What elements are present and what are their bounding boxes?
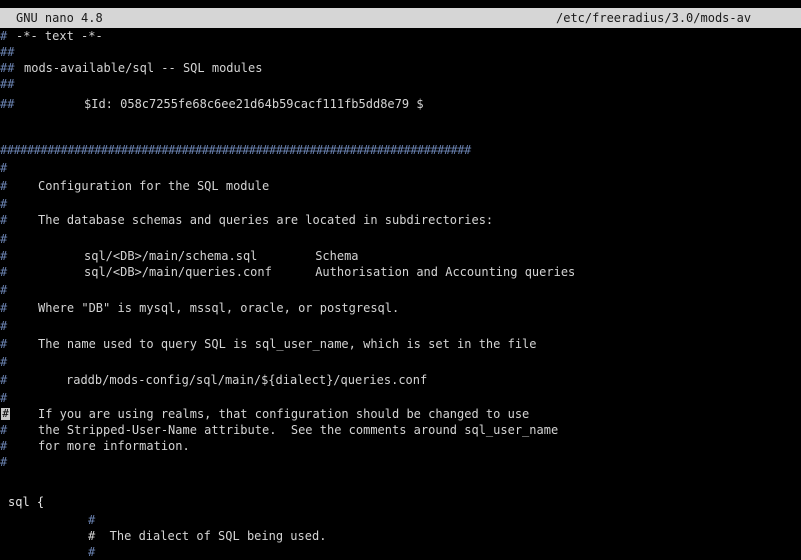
comment-hash: # bbox=[0, 265, 8, 279]
comment-hash: # bbox=[0, 283, 8, 297]
line-text: raddb/mods-config/sql/main/${dialect}/qu… bbox=[66, 373, 428, 387]
line-text: If you are using realms, that configurat… bbox=[38, 407, 530, 421]
comment-hash: # bbox=[0, 249, 8, 263]
line-text: The database schemas and queries are loc… bbox=[38, 213, 494, 227]
line-text: the Stripped-User-Name attribute. See th… bbox=[38, 423, 559, 437]
editor-text-buffer[interactable]: # -*- text -*- ## ## mods-available/sql … bbox=[0, 28, 801, 560]
comment-hash: # bbox=[0, 197, 8, 211]
line-text: # The dialect of SQL being used. bbox=[88, 529, 327, 543]
comment-hash: # bbox=[0, 232, 8, 246]
line-text: The name used to query SQL is sql_user_n… bbox=[38, 337, 537, 351]
separator-rule: ########################################… bbox=[0, 143, 471, 157]
editor-app-name: GNU nano 4.8 bbox=[16, 11, 103, 25]
line-text: Where "DB" is mysql, mssql, oracle, or p… bbox=[38, 301, 400, 315]
comment-hash: # bbox=[0, 179, 8, 193]
comment-hash: # bbox=[0, 373, 8, 387]
line-text: # bbox=[88, 545, 96, 559]
comment-hash: # bbox=[0, 319, 8, 333]
line-text: mods-available/sql -- SQL modules bbox=[24, 61, 263, 75]
line-text: for more information. bbox=[38, 439, 190, 453]
comment-hash: # bbox=[0, 213, 8, 227]
comment-hash: # bbox=[0, 391, 8, 405]
comment-hash: # bbox=[0, 439, 8, 453]
comment-hash: # bbox=[0, 161, 8, 175]
comment-hash: ## bbox=[0, 77, 15, 91]
open-file-path: /etc/freeradius/3.0/mods-av bbox=[556, 11, 752, 25]
comment-hash: # bbox=[0, 337, 8, 351]
code-sql-block-open: sql { bbox=[8, 495, 45, 509]
line-text: Configuration for the SQL module bbox=[38, 179, 270, 193]
comment-hash: # bbox=[0, 455, 8, 469]
comment-hash: # bbox=[0, 423, 8, 437]
line-text: sql/<DB>/main/queries.conf Authorisation… bbox=[84, 265, 576, 279]
line-text: # bbox=[88, 513, 96, 527]
comment-hash: # bbox=[0, 355, 8, 369]
line-text: sql/<DB>/main/schema.sql Schema bbox=[84, 249, 359, 263]
nano-title-bar: GNU nano 4.8 /etc/freeradius/3.0/mods-av bbox=[0, 8, 801, 28]
nano-terminal-window[interactable]: GNU nano 4.8 /etc/freeradius/3.0/mods-av… bbox=[0, 0, 801, 560]
comment-hash: # bbox=[0, 301, 8, 315]
line-text: -*- text -*- bbox=[16, 29, 103, 43]
line-text: $Id: 058c7255fe68c6ee21d64b59cacf111fb5d… bbox=[84, 97, 424, 111]
cursor-block: # bbox=[1, 407, 10, 420]
comment-hash: ## bbox=[0, 45, 15, 59]
comment-hash: ## bbox=[0, 97, 15, 111]
